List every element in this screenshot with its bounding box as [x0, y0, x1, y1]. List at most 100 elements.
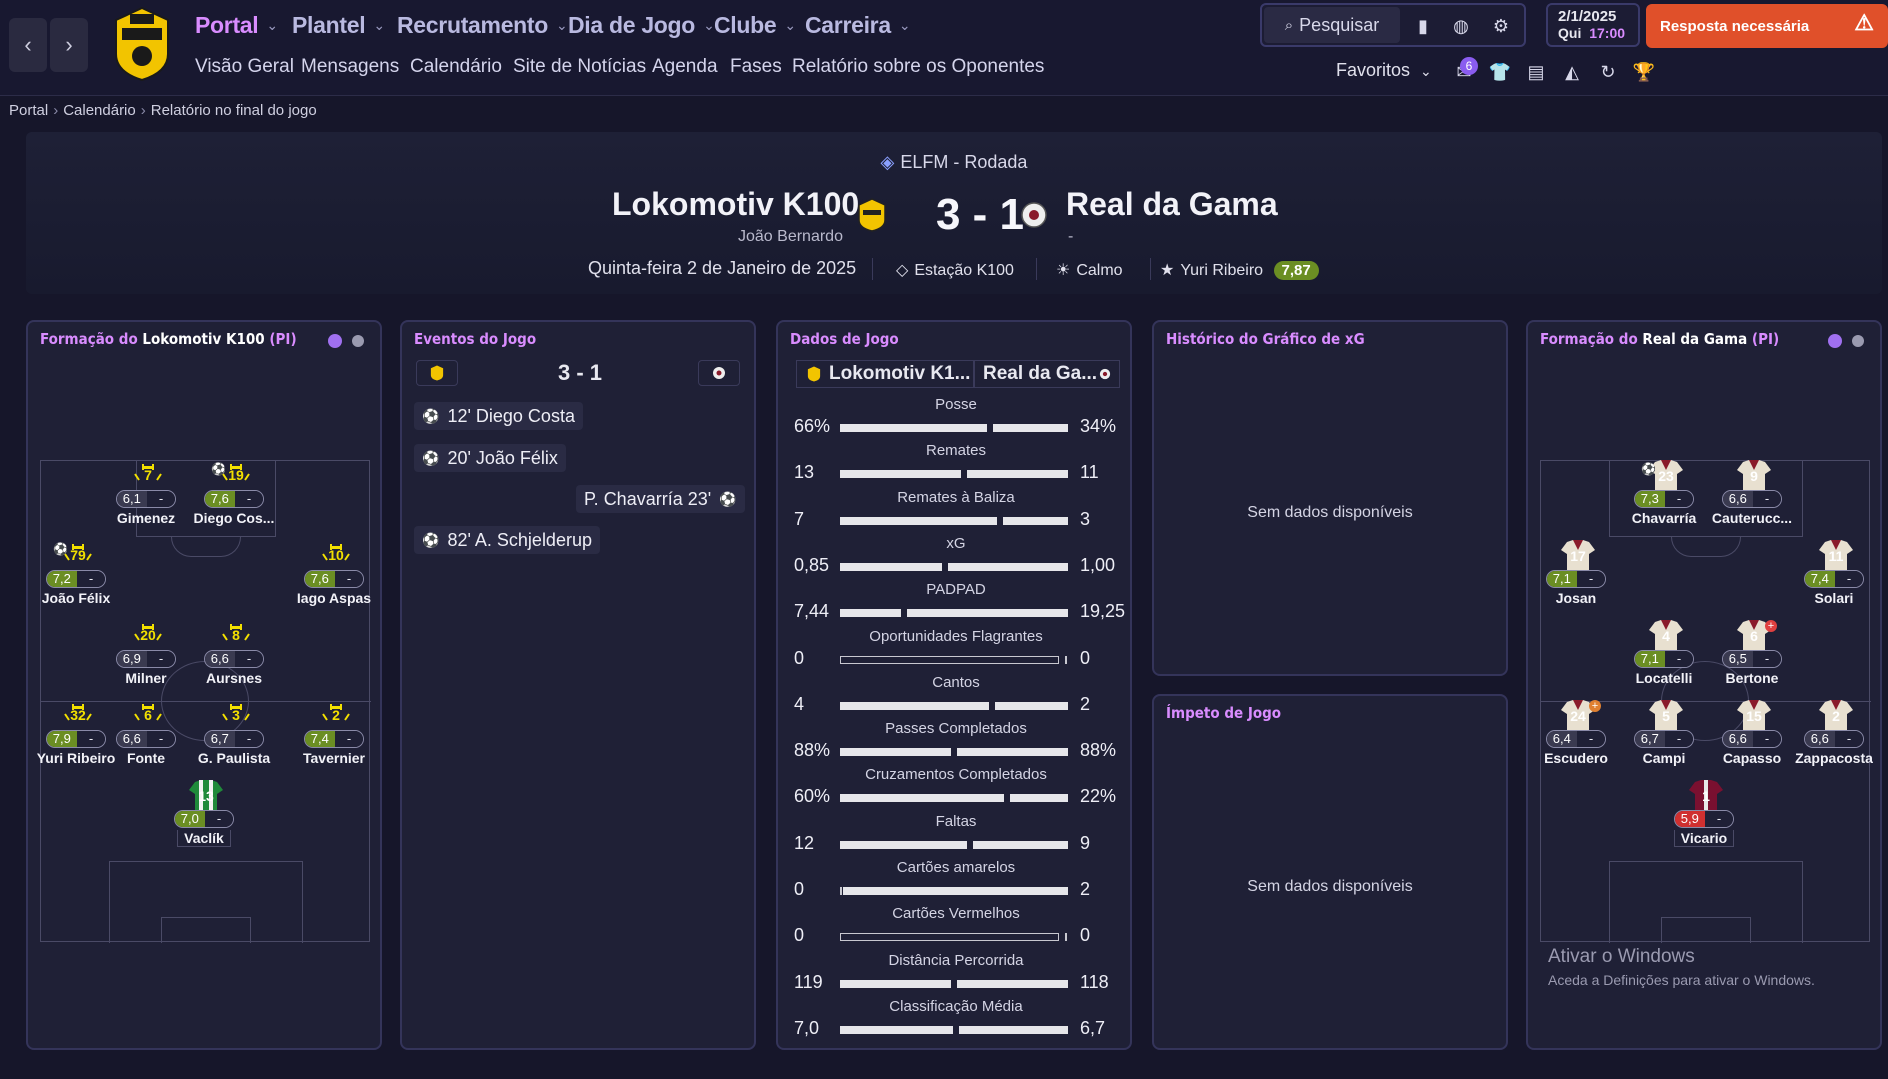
player-name: Milner: [125, 670, 167, 686]
player-away[interactable]: 15 6,6- Capasso: [1707, 700, 1797, 766]
event-goal[interactable]: P. Chavarría 23' ⚽: [576, 485, 745, 513]
favorites-dropdown[interactable]: Favoritos ⌄: [1336, 60, 1432, 81]
submenu-calendario[interactable]: Calendário: [410, 56, 502, 78]
stat-home-bar: [840, 701, 989, 710]
chevron-down-icon: ⌄: [266, 16, 278, 33]
stat-home-value: 0: [794, 925, 805, 946]
globe-icon[interactable]: ◍: [1444, 9, 1478, 43]
view-toggle-dot-active[interactable]: [328, 334, 342, 348]
player-away[interactable]: 5 6,7- Campi: [1619, 700, 1709, 766]
match-stats-panel: Dados de Jogo Lokomotiv K1... Real da Ga…: [776, 320, 1132, 1050]
player-away[interactable]: 11 7,4- Solari: [1789, 540, 1879, 606]
shirt-icon: 5: [1649, 700, 1683, 730]
stat-home-value: 12: [794, 832, 815, 853]
view-toggle-dot[interactable]: [1852, 335, 1864, 347]
player-away[interactable]: +6 6,5- Bertone: [1707, 620, 1797, 686]
stat-away-bar: [957, 979, 1068, 988]
submenu-relatorio-oponentes[interactable]: Relatório sobre os Oponentes: [792, 56, 1044, 78]
menu-recrutamento[interactable]: Recrutamento ⌄: [397, 8, 568, 42]
chevron-down-icon: ⌄: [898, 16, 911, 33]
forward-button[interactable]: ›: [50, 18, 88, 72]
stat-away-bar: [957, 748, 1068, 757]
stat-label: PADPAD: [926, 581, 986, 599]
player-home[interactable]: 20 6,9- Milner: [101, 620, 191, 686]
scout-icon[interactable]: ◭: [1560, 60, 1584, 84]
shirt-icon: 3: [219, 700, 250, 728]
club-logo[interactable]: [112, 6, 172, 82]
player-home[interactable]: 7 6,1- Gimenez: [101, 460, 191, 526]
away-lineup-title: Formação do Real da Gama (PI): [1540, 330, 1780, 348]
back-button[interactable]: ‹: [9, 18, 47, 72]
away-team-name[interactable]: Real da Gama: [1066, 186, 1278, 223]
search-button[interactable]: ⌕ Pesquisar: [1264, 7, 1400, 43]
trophy-icon[interactable]: 🏆: [1632, 60, 1656, 84]
player-away[interactable]: 4 7,1- Locatelli: [1619, 620, 1709, 686]
xg-title: Histórico do Gráfico de xG: [1166, 330, 1365, 348]
ball-icon: ⚽: [719, 490, 737, 507]
stat-away-bar: [959, 1025, 1068, 1034]
menu-clube[interactable]: Clube ⌄: [714, 8, 796, 42]
back-icon: ‹: [24, 32, 32, 57]
submenu-fases[interactable]: Fases: [730, 56, 782, 78]
menu-carreira[interactable]: Carreira ⌄: [805, 8, 911, 42]
chevron-down-icon: ⌄: [703, 16, 715, 33]
stat-home-bar: [840, 470, 961, 479]
player-away[interactable]: 2 6,6- Zappacosta: [1789, 700, 1879, 766]
menu-portal[interactable]: Portal ⌄: [195, 8, 278, 42]
event-goal[interactable]: ⚽ 82' A. Schjelderup: [414, 526, 600, 554]
event-goal[interactable]: ⚽ 12' Diego Costa: [414, 402, 583, 430]
player-home[interactable]: ⚽ 19 7,6- Diego Cos...: [189, 460, 279, 526]
chevron-down-icon: ⌄: [784, 16, 796, 33]
stadium-label[interactable]: ◇ Estação K100: [896, 260, 1014, 280]
match-header: ◈ ELFM - Rodada Lokomotiv K100 João Berna…: [26, 132, 1882, 294]
gear-icon[interactable]: ⚙: [1484, 9, 1518, 43]
menu-plantel[interactable]: Plantel ⌄: [292, 8, 385, 42]
home-team-name[interactable]: Lokomotiv K100: [612, 186, 859, 223]
shirt-icon: 7: [131, 460, 162, 488]
breadcrumb-calendario[interactable]: Calendário: [63, 102, 136, 119]
clipboard-icon[interactable]: ▤: [1524, 60, 1548, 84]
player-home[interactable]: 6 6,6- Fonte: [101, 700, 191, 766]
player-away[interactable]: +24 6,4- Escudero: [1531, 700, 1621, 766]
stat-home-bar: [840, 979, 952, 988]
view-toggle-dot-active[interactable]: [1828, 334, 1842, 348]
player-home[interactable]: 3 6,7- G. Paulista: [189, 700, 279, 766]
player-away[interactable]: 1 5,9- Vicario: [1659, 780, 1749, 848]
player-of-the-match[interactable]: ★ Yuri Ribeiro 7,87: [1160, 260, 1319, 280]
home-coach[interactable]: João Bernardo: [738, 228, 843, 246]
shirt-icon: 2: [1819, 700, 1853, 730]
stat-away-bar: [993, 424, 1068, 432]
player-home[interactable]: 13 7,0- Vaclík: [159, 780, 249, 848]
view-toggle-dot[interactable]: [352, 335, 364, 347]
player-home[interactable]: 8 6,6- Aursnes: [189, 620, 279, 686]
submenu-mensagens[interactable]: Mensagens: [301, 56, 399, 78]
menu-dia-de-jogo[interactable]: Dia de Jogo ⌄: [568, 8, 715, 42]
stat-row: Oportunidades Flagrantes 0 0: [778, 628, 1134, 672]
stat-away-value: 1,00: [1080, 554, 1116, 575]
submenu-site-noticias[interactable]: Site de Notícias: [513, 56, 646, 78]
shirt-icon: 13: [189, 780, 223, 810]
player-away[interactable]: 9 6,6- Cauterucc...: [1707, 460, 1797, 526]
shirt-number: 2: [332, 707, 340, 723]
date-time-widget[interactable]: 2/1/2025 Qui 17:00: [1546, 3, 1640, 47]
player-home[interactable]: 2 7,4- Tavernier: [289, 700, 379, 766]
shirt-icon[interactable]: 👕: [1488, 60, 1512, 84]
shirt-icon: 11: [1819, 540, 1853, 570]
player-home[interactable]: 10 7,6- Iago Aspas: [289, 540, 379, 606]
player-away[interactable]: 17 7,1- Josan: [1531, 540, 1621, 606]
stat-row: Classificação Média 7,0 6,7: [778, 998, 1134, 1042]
response-required-button[interactable]: Resposta necessária ⚠: [1646, 4, 1888, 48]
shirt-icon: 10: [319, 540, 350, 568]
player-home[interactable]: ⚽ 79 7,2- João Félix: [31, 540, 121, 606]
player-name: Locatelli: [1635, 670, 1693, 686]
competition-label[interactable]: ◈ ELFM - Rodada: [26, 152, 1882, 173]
event-goal[interactable]: ⚽ 20' João Félix: [414, 444, 566, 472]
player-away[interactable]: ⚽ 23 7,3- Chavarría: [1619, 460, 1709, 526]
bookmark-icon[interactable]: ▮: [1406, 9, 1440, 43]
refresh-icon[interactable]: ↻: [1596, 60, 1620, 84]
submenu-agenda[interactable]: Agenda: [652, 56, 718, 78]
breadcrumb-portal[interactable]: Portal: [9, 102, 48, 119]
submenu-visao-geral[interactable]: Visão Geral: [195, 56, 294, 78]
stat-away-bar: [1002, 516, 1068, 525]
player-rating: 7,2-: [45, 570, 107, 588]
